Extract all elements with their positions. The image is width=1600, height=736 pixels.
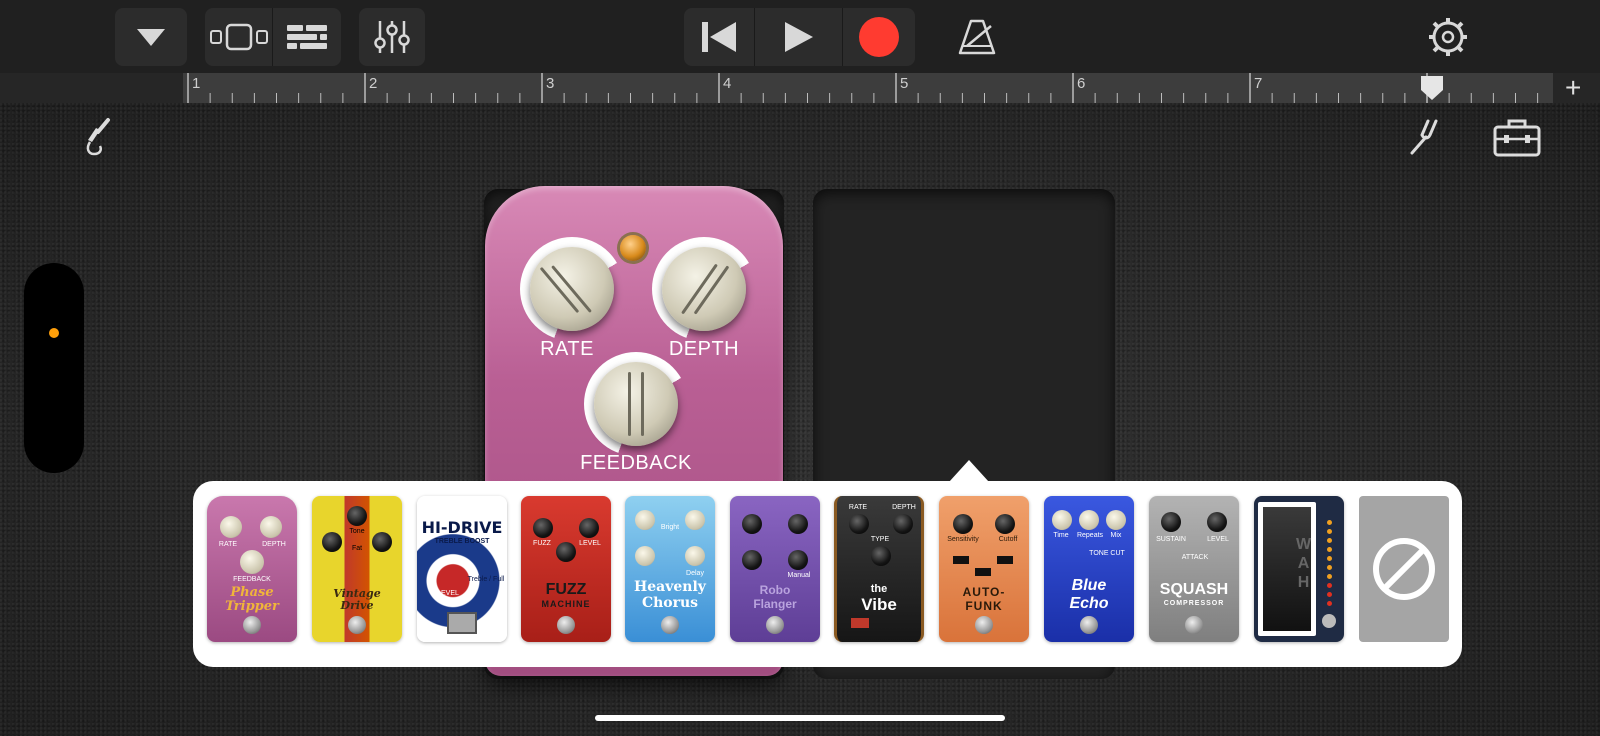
pedal-option-none[interactable]	[1359, 496, 1449, 642]
bar-number-label: 2	[369, 75, 378, 92]
list-view-icon	[287, 25, 327, 49]
tuner-fork-icon[interactable]	[1406, 117, 1450, 157]
pedal-option-wah[interactable]: WAH	[1254, 496, 1344, 642]
go-to-start-icon	[702, 22, 736, 52]
mixer-icon	[374, 21, 410, 53]
timeline-ruler[interactable]: 12345678	[0, 73, 1600, 103]
feedback-knob[interactable]	[594, 362, 678, 446]
bar-number-label: 7	[1254, 75, 1263, 92]
wah-led	[1327, 520, 1332, 525]
view-toggle-group	[205, 8, 341, 66]
wah-led	[1327, 547, 1332, 552]
pedal-option-vintage-drive[interactable]: Tone Fat Vintage Drive	[312, 496, 402, 642]
input-level-meter[interactable]	[24, 263, 84, 473]
input-indicator	[49, 328, 59, 338]
feedback-label: FEEDBACK	[580, 452, 692, 474]
wah-led	[1327, 556, 1332, 561]
pedal-option-robo-flanger[interactable]: Manual Robo Flanger	[730, 496, 820, 642]
input-cable-icon[interactable]	[80, 116, 116, 158]
settings-button[interactable]	[1420, 8, 1476, 66]
tracks-view-icon	[209, 23, 268, 51]
pedal-option-squash-compressor[interactable]: SUSTAIN LEVEL ATTACK SQUASH COMPRESSOR	[1149, 496, 1239, 642]
tracks-view-button[interactable]	[205, 8, 273, 66]
control-bar	[0, 0, 1600, 73]
chevron-down-icon	[137, 29, 165, 46]
pedal-option-phase-tripper[interactable]: RATE DEPTH FEEDBACK Phase Tripper	[207, 496, 297, 642]
settings-icon	[1429, 18, 1467, 56]
wah-led	[1327, 583, 1332, 588]
bar-number-label: 5	[900, 75, 909, 92]
add-section-button[interactable]: +	[1565, 74, 1581, 102]
home-indicator	[595, 715, 1005, 721]
transport-group	[684, 8, 915, 66]
wah-led	[1327, 574, 1332, 579]
go-to-start-button[interactable]	[684, 8, 755, 66]
wah-led	[1327, 529, 1332, 534]
metronome-button[interactable]	[950, 8, 1004, 66]
wah-led	[1327, 565, 1332, 570]
rate-knob[interactable]	[530, 247, 614, 331]
popover-arrow	[949, 460, 989, 482]
record-button[interactable]	[843, 8, 915, 66]
pedal-led	[620, 235, 646, 261]
bar-number-label: 4	[723, 75, 732, 92]
mixer-button[interactable]	[359, 8, 425, 66]
tracks-list-button[interactable]	[273, 8, 341, 66]
wah-led	[1327, 601, 1332, 606]
bar-number-label: 6	[1077, 75, 1086, 92]
pedal-option-blue-echo[interactable]: Time Repeats Mix TONE CUT Blue Echo	[1044, 496, 1134, 642]
pedal-option-hi-drive[interactable]: HI-DRIVE TREBLE BOOST Treble / Full LEVE…	[417, 496, 507, 642]
record-icon	[859, 17, 899, 57]
bar-number-label: 3	[546, 75, 555, 92]
pedal-option-auto-funk[interactable]: Sensitivity Cutoff AUTO- FUNK	[939, 496, 1029, 642]
bar-number-label: 1	[192, 75, 201, 92]
ruler-ticks	[187, 73, 1539, 103]
depth-knob[interactable]	[662, 247, 746, 331]
wah-led	[1327, 538, 1332, 543]
pedal-option-heavenly-chorus[interactable]: Bright Delay Heavenly Chorus	[625, 496, 715, 642]
pedal-option-the-vibe[interactable]: RATE DEPTH TYPE the Vibe	[834, 496, 924, 642]
view-menu-button[interactable]	[115, 8, 187, 66]
pedal-option-fuzz-machine[interactable]: FUZZ LEVEL FUZZ MACHINE	[521, 496, 611, 642]
toolbox-icon[interactable]	[1492, 117, 1542, 157]
depth-label: DEPTH	[668, 338, 740, 360]
wah-led	[1327, 592, 1332, 597]
play-button[interactable]	[755, 8, 843, 66]
play-icon	[784, 22, 813, 52]
no-pedal-icon	[1373, 538, 1435, 600]
rate-label: RATE	[540, 338, 594, 360]
metronome-icon	[958, 19, 996, 55]
playhead-icon[interactable]	[1418, 74, 1446, 102]
